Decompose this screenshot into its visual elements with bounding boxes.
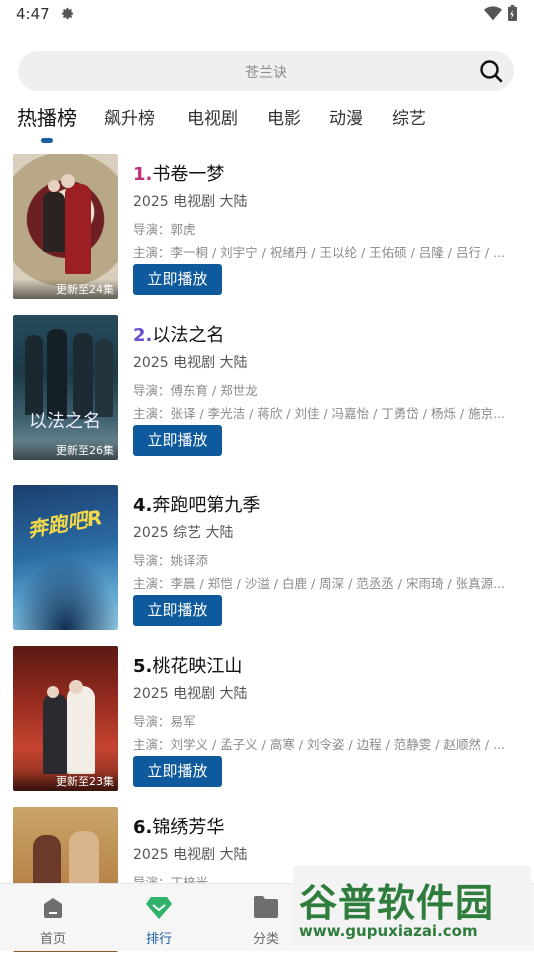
poster-image[interactable]: 奔跑吧R [13, 485, 118, 630]
folder-icon [254, 896, 278, 918]
search-bar[interactable]: 苍兰诀 [18, 51, 514, 91]
play-button[interactable]: 立即播放 [133, 756, 222, 787]
episode-badge: 更新至26集 [13, 440, 118, 460]
item-director: 导演：姚译添 [133, 553, 209, 568]
nav-rank-label: 排行 [145, 932, 172, 947]
item-cast: 主演：李晨 / 郑恺 / 沙溢 / 白鹿 / 周深 / 范丞丞 / 宋雨琦 / … [133, 576, 506, 591]
item-title: 6.锦绣芳华 [133, 813, 224, 839]
active-tab-indicator [41, 138, 53, 143]
item-cast: 主演：张译 / 李光洁 / 蒋欣 / 刘佳 / 冯嘉怡 / 丁勇岱 / 杨烁 /… [133, 406, 506, 421]
rank-number: 4. [133, 495, 153, 516]
episode-badge: 更新至23集 [13, 771, 118, 791]
list-item[interactable]: 更新至24集 1.书卷一梦 2025 电视剧 大陆 导演：郭虎 主演：李一桐 /… [0, 154, 534, 304]
list-item[interactable]: 更新至23集 5.桃花映江山 2025 电视剧 大陆 导演：易军 主演：刘学义 … [0, 646, 534, 796]
item-title: 2.以法之名 [133, 321, 224, 347]
nav-home-label: 首页 [39, 932, 66, 947]
item-director: 导演：郭虎 [133, 222, 196, 237]
item-title: 1.书卷一梦 [133, 160, 224, 186]
diamond-icon [146, 897, 172, 919]
rank-number: 5. [133, 656, 153, 677]
nav-category[interactable]: 分类 [236, 884, 296, 951]
rank-number: 1. [133, 164, 153, 185]
nav-category-label: 分类 [252, 932, 279, 947]
home-icon [44, 898, 62, 918]
status-bar: 4:47 [0, 0, 534, 28]
status-time: 4:47 [16, 5, 50, 23]
tab-anime[interactable]: 动漫 [329, 104, 363, 129]
play-button[interactable]: 立即播放 [133, 595, 222, 626]
nav-home[interactable]: 首页 [23, 884, 83, 951]
watermark-logo: 谷普软件园 www.gupuxiazai.com [293, 866, 531, 946]
gear-icon [61, 7, 74, 20]
watermark-url: www.gupuxiazai.com [299, 922, 478, 940]
nav-rank[interactable]: 排行 [129, 884, 189, 951]
title-text: 奔跑吧第九季 [152, 495, 261, 516]
item-cast: 主演：李一桐 / 刘宇宁 / 祝绪丹 / 王以纶 / 王佑硕 / 吕隆 / 吕行… [133, 245, 506, 260]
title-text: 桃花映江山 [152, 656, 243, 677]
item-title: 5.桃花映江山 [133, 652, 242, 678]
item-meta: 2025 电视剧 大陆 [133, 194, 248, 210]
search-icon[interactable] [479, 59, 503, 83]
poster-image[interactable]: 更新至24集 [13, 154, 118, 299]
tab-tv[interactable]: 电视剧 [187, 104, 238, 129]
item-meta: 2025 电视剧 大陆 [133, 686, 248, 702]
item-director: 导演：傅东育 / 郑世龙 [133, 383, 258, 398]
title-text: 书卷一梦 [152, 164, 225, 185]
rank-number: 6. [133, 817, 153, 838]
episode-badge: 更新至24集 [13, 279, 118, 299]
item-meta: 2025 电视剧 大陆 [133, 355, 248, 371]
title-text: 锦绣芳华 [152, 817, 225, 838]
rank-number: 2. [133, 325, 153, 346]
tab-rising[interactable]: 飙升榜 [104, 104, 155, 129]
item-meta: 2025 综艺 大陆 [133, 525, 234, 541]
watermark-title: 谷普软件园 [299, 881, 495, 925]
play-button[interactable]: 立即播放 [133, 425, 222, 456]
battery-icon [508, 5, 517, 21]
item-meta: 2025 电视剧 大陆 [133, 847, 248, 863]
item-cast: 主演：刘学义 / 孟子义 / 高寒 / 刘令姿 / 边程 / 范静雯 / 赵顺然… [133, 737, 506, 752]
item-title: 4.奔跑吧第九季 [133, 491, 260, 517]
title-text: 以法之名 [152, 325, 225, 346]
category-tabs: 热播榜 飙升榜 电视剧 电影 动漫 综艺 [0, 104, 534, 148]
search-placeholder: 苍兰诀 [245, 65, 287, 81]
list-item[interactable]: 以法之名 更新至26集 2.以法之名 2025 电视剧 大陆 导演：傅东育 / … [0, 315, 534, 465]
poster-image[interactable]: 更新至23集 [13, 646, 118, 791]
item-director: 导演：易军 [133, 714, 196, 729]
tab-movie[interactable]: 电影 [267, 104, 301, 129]
poster-image[interactable]: 以法之名 更新至26集 [13, 315, 118, 460]
tab-variety[interactable]: 综艺 [392, 104, 426, 129]
wifi-icon [484, 6, 502, 21]
tab-hot[interactable]: 热播榜 [17, 102, 77, 131]
play-button[interactable]: 立即播放 [133, 264, 222, 295]
list-item[interactable]: 奔跑吧R 4.奔跑吧第九季 2025 综艺 大陆 导演：姚译添 主演：李晨 / … [0, 485, 534, 635]
